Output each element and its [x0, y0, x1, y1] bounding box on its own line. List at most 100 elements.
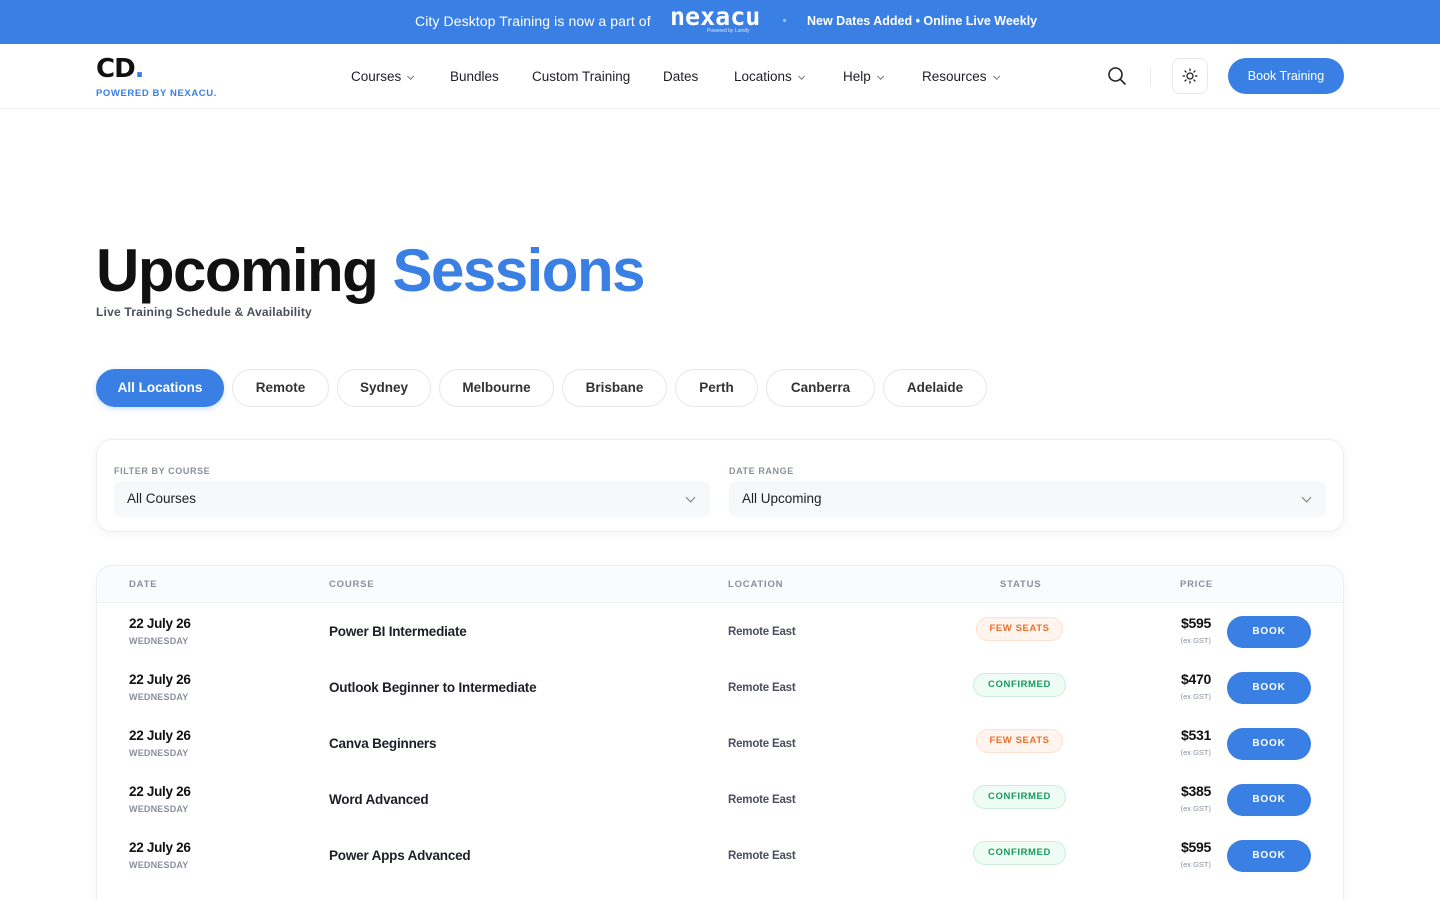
chevron-down-icon	[992, 72, 1000, 80]
session-price: $531	[1181, 727, 1211, 743]
col-location: LOCATION	[728, 579, 784, 590]
banner-separator-dot	[783, 19, 786, 22]
table-row: 22 July 26 WEDNESDAY Power BI Intermedia…	[97, 603, 1343, 659]
session-day: WEDNESDAY	[129, 692, 189, 702]
course-filter-select[interactable]: All Courses	[114, 481, 710, 517]
session-course[interactable]: Power Apps Advanced	[329, 848, 471, 863]
location-pill-sydney[interactable]: Sydney	[337, 369, 431, 407]
date-range-select[interactable]: All Upcoming	[729, 481, 1326, 517]
status-badge: FEW SEATS	[976, 729, 1063, 753]
book-button[interactable]: BOOK	[1227, 672, 1311, 704]
theme-toggle-button[interactable]	[1172, 58, 1208, 94]
sessions-table: DATE COURSE LOCATION STATUS PRICE 22 Jul…	[96, 565, 1344, 900]
header-divider	[1150, 68, 1151, 86]
session-day: WEDNESDAY	[129, 860, 189, 870]
table-row: 22 July 26 WEDNESDAY Power Apps Advanced…	[97, 827, 1343, 883]
cd-logo[interactable]: CD.	[96, 54, 145, 84]
status-badge: CONFIRMED	[973, 673, 1066, 697]
search-icon[interactable]	[1107, 66, 1127, 86]
col-date: DATE	[129, 579, 158, 590]
status-badge: FEW SEATS	[976, 617, 1063, 641]
nav-dates[interactable]: Dates	[663, 69, 698, 84]
page-subtitle: Live Training Schedule & Availability	[96, 305, 312, 319]
session-price: $595	[1181, 839, 1211, 855]
powered-by-label: POWERED BY NEXACU.	[96, 88, 217, 99]
book-button[interactable]: BOOK	[1227, 728, 1311, 760]
status-badge: CONFIRMED	[973, 841, 1066, 865]
session-course[interactable]: Power BI Intermediate	[329, 624, 467, 639]
session-date: 22 July 26	[129, 672, 191, 687]
session-course[interactable]: Canva Beginners	[329, 736, 436, 751]
nav-label: Help	[843, 69, 871, 84]
col-course: COURSE	[329, 579, 375, 590]
book-training-button[interactable]: Book Training	[1228, 58, 1344, 94]
title-main: Upcoming	[96, 237, 379, 304]
table-row: 22 July 26 WEDNESDAY Outlook Beginner to…	[97, 659, 1343, 715]
session-date: 22 July 26	[129, 784, 191, 799]
session-date: 22 July 26	[129, 616, 191, 631]
session-day: WEDNESDAY	[129, 804, 189, 814]
title-accent: Sessions	[392, 237, 646, 304]
location-pill-all[interactable]: All Locations	[96, 369, 224, 407]
chevron-down-icon	[407, 72, 415, 80]
chevron-down-icon	[876, 72, 884, 80]
session-day: WEDNESDAY	[129, 636, 189, 646]
nav-label: Locations	[734, 69, 792, 84]
gst-note: (ex GST)	[1180, 860, 1211, 869]
nav-courses[interactable]: Courses	[351, 69, 415, 84]
table-header: DATE COURSE LOCATION STATUS PRICE	[97, 566, 1343, 603]
session-day: WEDNESDAY	[129, 748, 189, 758]
site-header: CD. POWERED BY NEXACU. Courses Bundles C…	[0, 44, 1440, 109]
session-price: $470	[1181, 671, 1211, 687]
session-location: Remote East	[728, 626, 796, 638]
nav-bundles[interactable]: Bundles	[450, 69, 499, 84]
location-pill-brisbane[interactable]: Brisbane	[562, 369, 667, 407]
status-badge: CONFIRMED	[973, 785, 1066, 809]
nav-locations[interactable]: Locations	[734, 69, 805, 84]
session-date: 22 July 26	[129, 840, 191, 855]
nav-label: Dates	[663, 69, 699, 84]
location-pill-remote[interactable]: Remote	[232, 369, 329, 407]
location-pill-melbourne[interactable]: Melbourne	[439, 369, 554, 407]
book-button[interactable]: BOOK	[1227, 840, 1311, 872]
announcement-banner: City Desktop Training is now a part of n…	[0, 0, 1440, 44]
table-row: 22 July 26 WEDNESDAY Canva Beginners Rem…	[97, 715, 1343, 771]
banner-text: City Desktop Training is now a part of	[415, 13, 651, 29]
location-pill-adelaide[interactable]: Adelaide	[883, 369, 987, 407]
banner-news[interactable]: New Dates Added • Online Live Weekly	[807, 14, 1037, 28]
gst-note: (ex GST)	[1180, 692, 1211, 701]
nav-custom-training[interactable]: Custom Training	[532, 69, 630, 84]
location-pill-perth[interactable]: Perth	[675, 369, 758, 407]
logo-text: CD	[96, 54, 136, 84]
chevron-down-icon	[1301, 492, 1312, 503]
session-location: Remote East	[728, 682, 796, 694]
book-button[interactable]: BOOK	[1227, 784, 1311, 816]
logo-dot: .	[134, 54, 145, 84]
gst-note: (ex GST)	[1180, 636, 1211, 645]
book-button[interactable]: BOOK	[1227, 616, 1311, 648]
col-status: STATUS	[1000, 579, 1042, 590]
location-pill-canberra[interactable]: Canberra	[766, 369, 875, 407]
nav-resources[interactable]: Resources	[922, 69, 1000, 84]
session-location: Remote East	[728, 738, 796, 750]
sun-icon	[1182, 68, 1198, 84]
session-price: $385	[1181, 783, 1211, 799]
filter-panel: FILTER BY COURSE All Courses DATE RANGE …	[96, 439, 1344, 532]
gst-note: (ex GST)	[1180, 804, 1211, 813]
nav-label: Resources	[922, 69, 987, 84]
page-title: Upcoming Sessions	[96, 236, 646, 305]
session-course[interactable]: Outlook Beginner to Intermediate	[329, 680, 537, 695]
table-row: 22 July 26 WEDNESDAY Word Advanced Remot…	[97, 771, 1343, 827]
chevron-down-icon	[685, 492, 696, 503]
session-course[interactable]: Word Advanced	[329, 792, 429, 807]
course-filter-value: All Courses	[127, 491, 197, 506]
nav-label: Courses	[351, 69, 402, 84]
chevron-down-icon	[797, 72, 805, 80]
session-location: Remote East	[728, 850, 796, 862]
date-range-label: DATE RANGE	[729, 466, 794, 476]
gst-note: (ex GST)	[1180, 748, 1211, 757]
nexacu-tagline: Powered by Lumify	[707, 28, 750, 34]
nav-label: Bundles	[450, 69, 499, 84]
nexacu-logo[interactable]: nexacu	[670, 4, 760, 30]
nav-help[interactable]: Help	[843, 69, 884, 84]
